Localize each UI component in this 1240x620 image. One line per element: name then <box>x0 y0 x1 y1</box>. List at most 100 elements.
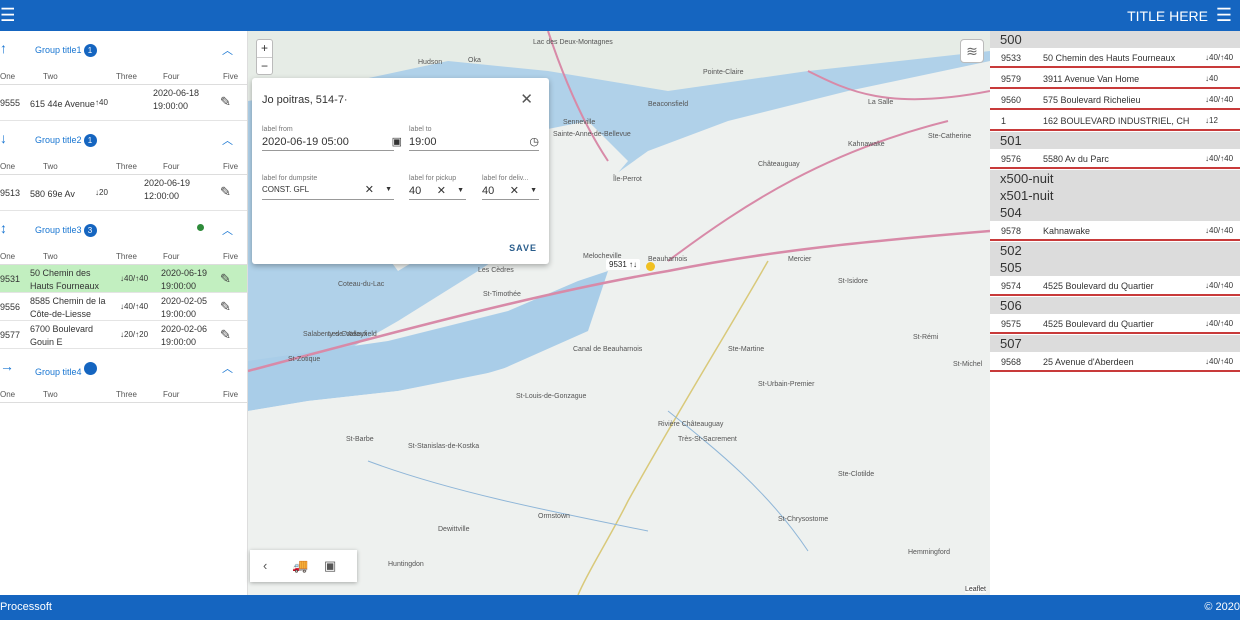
route-address: 50 Chemin des Hauts Fourneaux <box>1043 53 1176 63</box>
table-row[interactable]: 9555 615 44e Avenue ↑40 2020-06-18 19:00… <box>0 85 247 121</box>
place-label: Île-Perrot <box>613 176 642 183</box>
route-group-title[interactable]: 502 <box>990 242 1240 259</box>
route-group-title[interactable]: 507 <box>990 335 1240 352</box>
to-value: 19:00 <box>409 136 437 148</box>
column-header: Three <box>116 72 137 81</box>
direction-arrow-icon: → <box>0 358 14 374</box>
group-header[interactable]: ↕ Group title3 3 ︿ <box>0 211 247 247</box>
table-row[interactable]: 9531 50 Chemin des Hauts Fourneaux ↓40/↑… <box>0 265 247 293</box>
from-input[interactable]: 2020-06-19 05:00 ▣ <box>262 133 402 151</box>
chevron-up-icon[interactable]: ︿ <box>222 360 233 376</box>
map-attribution[interactable]: Leaflet <box>964 586 986 593</box>
cell-three: ↓20/↑20 <box>120 330 149 339</box>
route-address: 5580 Av du Parc <box>1043 154 1109 164</box>
route-row[interactable]: 9579 3911 Avenue Van Home ↓40 <box>990 69 1240 89</box>
route-group-title[interactable]: x501-nuit <box>990 187 1240 204</box>
dropdown-arrow-icon[interactable]: ▼ <box>530 187 537 194</box>
route-quantity: ↓40/↑40 <box>1205 95 1234 104</box>
column-header: Two <box>43 162 58 171</box>
edit-icon[interactable]: ✎ <box>220 327 231 343</box>
route-row[interactable]: 9574 4525 Boulevard du Quartier ↓40/↑40 <box>990 276 1240 296</box>
clock-icon[interactable]: ◷ <box>529 135 539 148</box>
group-header[interactable]: → Group title4 ︿ <box>0 349 247 385</box>
cell-one: 9577 <box>0 330 21 340</box>
route-row[interactable]: 9533 50 Chemin des Hauts Fourneaux ↓40/↑… <box>990 48 1240 68</box>
table-row[interactable]: 9513 580 69e Av ↓20 2020-06-19 12:00:00 … <box>0 175 247 211</box>
edit-icon[interactable]: ✎ <box>220 184 231 200</box>
hamburger-icon[interactable]: ☰ <box>0 5 14 26</box>
place-label: Très-St-Sacrement <box>678 436 737 443</box>
clear-icon[interactable]: ✕ <box>365 183 374 196</box>
route-group-title[interactable]: 501 <box>990 132 1240 149</box>
close-icon[interactable]: ✕ <box>520 90 533 108</box>
save-button[interactable]: SAVE <box>509 243 537 253</box>
group-header[interactable]: ↓ Group title2 1 ︿ <box>0 121 247 157</box>
edit-icon[interactable]: ✎ <box>220 299 231 315</box>
dropdown-arrow-icon[interactable]: ▼ <box>457 187 464 194</box>
footer-brand: Processoft <box>0 601 52 613</box>
route-row[interactable]: 9578 Kahnawake ↓40/↑40 <box>990 221 1240 241</box>
pickup-select[interactable]: 40 ✕ ▼ <box>409 182 466 200</box>
edit-icon[interactable]: ✎ <box>220 271 231 287</box>
column-header: Five <box>223 390 239 399</box>
column-header: Four <box>163 252 180 261</box>
route-id: 9568 <box>1001 357 1022 367</box>
route-id: 9576 <box>1001 154 1022 164</box>
chevron-left-icon[interactable]: ‹ <box>263 558 267 573</box>
route-row[interactable]: 9576 5580 Av du Parc ↓40/↑40 <box>990 149 1240 169</box>
table-row[interactable]: 9577 6700 Boulevard Gouin E ↓20/↑20 2020… <box>0 321 247 349</box>
chevron-up-icon[interactable]: ︿ <box>222 42 233 58</box>
route-group-title[interactable]: 506 <box>990 297 1240 314</box>
chevron-up-icon[interactable]: ︿ <box>222 132 233 148</box>
place-label: Beaconsfield <box>648 101 689 108</box>
clear-icon[interactable]: ✕ <box>510 184 519 197</box>
route-row[interactable]: 1 162 BOULEVARD INDUSTRIEL, CH ↓12 <box>990 111 1240 131</box>
route-row[interactable]: 9560 575 Boulevard Richelieu ↓40/↑40 <box>990 90 1240 110</box>
group-title: Group title3 <box>35 225 82 235</box>
group-header[interactable]: ↑ Group title1 1 ︿ <box>0 31 247 67</box>
route-quantity: ↓40/↑40 <box>1205 319 1234 328</box>
place-label: Senneville <box>563 119 596 126</box>
zoom-in-button[interactable]: + <box>257 40 272 57</box>
clear-icon[interactable]: ✕ <box>437 184 446 197</box>
route-id: 1 <box>1001 116 1007 126</box>
chevron-up-icon[interactable]: ︿ <box>222 222 233 238</box>
panel-icon[interactable]: ▣ <box>324 558 336 574</box>
route-quantity: ↓40/↑40 <box>1205 53 1234 62</box>
route-group-title[interactable]: 504 <box>990 204 1240 221</box>
layers-button[interactable]: ≋ <box>960 39 984 63</box>
map-toolbar: ‹ 🚚 ▣ <box>250 550 357 582</box>
column-headers: One Two Three Four Five <box>0 67 247 85</box>
route-id: 9578 <box>1001 226 1022 236</box>
table-row[interactable]: 9556 8585 Chemin de la Côte-de-Liesse ↓4… <box>0 293 247 321</box>
calendar-icon[interactable]: ▣ <box>392 135 402 148</box>
route-row[interactable]: 9568 25 Avenue d'Aberdeen ↓40/↑40 <box>990 352 1240 372</box>
dumpsite-select[interactable]: CONST. GFL ✕ ▼ <box>262 182 394 200</box>
route-row[interactable]: 9575 4525 Boulevard du Quartier ↓40/↑40 <box>990 314 1240 334</box>
route-group-title[interactable]: x500-nuit <box>990 170 1240 187</box>
dumpsite-value: CONST. GFL <box>262 185 310 194</box>
route-group-title[interactable]: 505 <box>990 259 1240 276</box>
cell-two: 8585 Chemin de la Côte-de-Liesse <box>30 296 106 319</box>
to-input[interactable]: 19:00 ◷ <box>409 133 539 151</box>
count-badge <box>83 362 97 375</box>
map-marker[interactable] <box>646 262 655 271</box>
to-label: label to <box>409 126 432 133</box>
edit-icon[interactable]: ✎ <box>220 94 231 110</box>
delivery-select[interactable]: 40 ✕ ▼ <box>482 182 539 200</box>
place-label: St-Stanislas-de-Kostka <box>408 443 480 450</box>
map-marker-label[interactable]: 9531 ↑↓ <box>606 259 641 270</box>
hamburger-icon[interactable]: ☰ <box>1216 5 1232 26</box>
route-address: 4525 Boulevard du Quartier <box>1043 281 1154 291</box>
dropdown-arrow-icon[interactable]: ▼ <box>385 186 392 193</box>
truck-icon[interactable]: 🚚 <box>292 558 308 574</box>
pickup-delivery-arrows-icon: ↑↓ <box>629 260 638 269</box>
place-label: Rivière Châteauguay <box>658 421 724 428</box>
cell-four: 2020-02-05 19:00:00 <box>161 296 208 319</box>
place-label: Sainte-Anne-de-Bellevue <box>553 131 631 138</box>
place-label: Les Cèdres <box>478 267 514 274</box>
cell-three: ↓20 <box>95 188 108 197</box>
route-group-title[interactable]: 500 <box>990 31 1240 48</box>
route-quantity: ↓40/↑40 <box>1205 357 1234 366</box>
zoom-out-button[interactable]: − <box>257 57 272 74</box>
